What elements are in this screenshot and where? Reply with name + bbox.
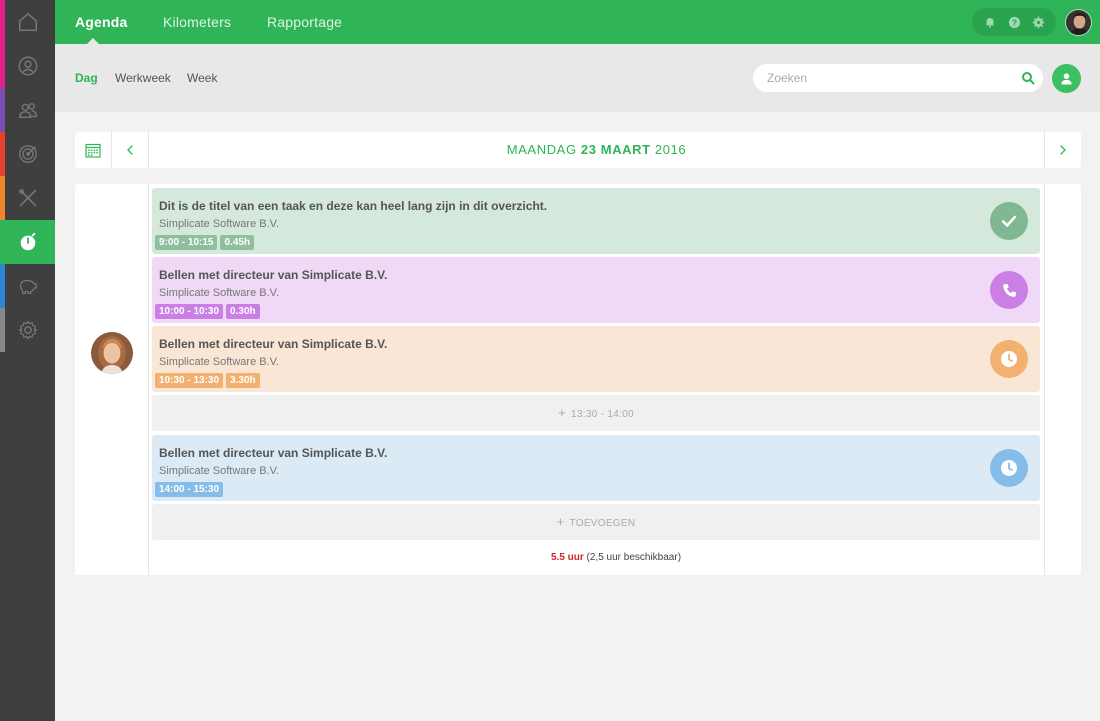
stopwatch-icon bbox=[20, 232, 35, 251]
top-tools-group: ? bbox=[972, 8, 1056, 36]
task-time-badge: 10:00 - 10:30 bbox=[155, 304, 224, 319]
user-avatar[interactable] bbox=[1065, 9, 1092, 36]
search-box bbox=[753, 64, 1043, 92]
add-person-button[interactable] bbox=[1052, 64, 1081, 93]
view-week[interactable]: Week bbox=[187, 71, 217, 85]
right-gutter bbox=[1044, 184, 1081, 575]
total-hours: 5.5 uur bbox=[550, 552, 584, 563]
task-duration-badge: 3.30h bbox=[226, 373, 260, 388]
agenda-task[interactable]: Dit is de titel van een taak en deze kan… bbox=[152, 188, 1040, 254]
current-date-title: MAANDAG 23 MAART 2016 bbox=[149, 132, 1044, 168]
task-status-button[interactable] bbox=[990, 202, 1028, 240]
task-title: Bellen met directeur van Simplicate B.V. bbox=[159, 268, 388, 282]
tools-icon bbox=[18, 189, 36, 207]
add-task-button[interactable]: + TOEVOEGEN bbox=[152, 504, 1040, 540]
piggy-bank-icon bbox=[19, 279, 37, 294]
tab-kilometers[interactable]: Kilometers bbox=[163, 0, 231, 44]
plus-icon: + bbox=[558, 405, 567, 420]
sidebar-stripe bbox=[0, 88, 5, 132]
plus-icon: + bbox=[556, 514, 565, 529]
sidebar bbox=[0, 0, 55, 721]
sidebar-item-home[interactable] bbox=[0, 0, 55, 44]
sidebar-stripe bbox=[0, 176, 5, 220]
calendar-button[interactable] bbox=[75, 132, 112, 168]
sidebar-item-contacts[interactable] bbox=[0, 44, 55, 88]
free-time-slot[interactable]: +13:30 - 14:00 bbox=[152, 395, 1040, 431]
clock-icon bbox=[1001, 460, 1017, 476]
view-toolbar: Dag Werkweek Week bbox=[55, 44, 1100, 112]
sidebar-item-finance[interactable] bbox=[0, 264, 55, 308]
svg-text:?: ? bbox=[1011, 17, 1016, 27]
sidebar-item-tools[interactable] bbox=[0, 176, 55, 220]
task-time-badge: 10:30 - 13:30 bbox=[155, 373, 224, 388]
task-company: Simplicate Software B.V. bbox=[159, 465, 280, 477]
previous-day-button[interactable] bbox=[112, 132, 149, 168]
agenda-panel: Dit is de titel van een taak en deze kan… bbox=[75, 184, 1081, 575]
agenda-task[interactable]: Bellen met directeur van Simplicate B.V.… bbox=[152, 435, 1040, 501]
phone-icon bbox=[1002, 283, 1016, 297]
settings-icon[interactable] bbox=[1031, 15, 1045, 29]
hours-summary: 5.5 uur (2,5 uur beschikbaar) bbox=[150, 552, 1082, 563]
clock-icon bbox=[1001, 351, 1017, 367]
tab-agenda[interactable]: Agenda bbox=[75, 0, 128, 44]
agenda-task[interactable]: Bellen met directeur van Simplicate B.V.… bbox=[152, 326, 1040, 392]
top-navigation-bar: Agenda Kilometers Rapportage ? bbox=[55, 0, 1100, 44]
date-day-month: 23 MAART bbox=[580, 142, 651, 157]
sidebar-stripe bbox=[0, 44, 5, 88]
employee-avatar[interactable] bbox=[91, 332, 133, 374]
task-duration-badge: 0.45h bbox=[220, 235, 255, 250]
search-icon[interactable] bbox=[1021, 71, 1035, 85]
view-day[interactable]: Dag bbox=[75, 71, 98, 85]
available-hours: (2,5 uur beschikbaar) bbox=[586, 552, 682, 563]
sidebar-stripe bbox=[0, 132, 5, 176]
task-company: Simplicate Software B.V. bbox=[159, 218, 280, 230]
chevron-right-icon bbox=[1060, 145, 1066, 155]
date-day: MAANDAG bbox=[506, 142, 577, 157]
task-duration-badge: 0.30h bbox=[226, 304, 260, 319]
person-icon bbox=[1061, 73, 1072, 85]
calendar-icon bbox=[85, 143, 101, 158]
add-label: TOEVOEGEN bbox=[569, 518, 636, 529]
task-time-badge: 9:00 - 10:15 bbox=[155, 235, 218, 250]
tab-rapportage[interactable]: Rapportage bbox=[267, 0, 342, 44]
home-icon bbox=[18, 13, 37, 31]
sidebar-stripe bbox=[0, 264, 5, 308]
task-time-badge: 14:00 - 15:30 bbox=[155, 482, 224, 497]
sidebar-item-goals[interactable] bbox=[0, 132, 55, 176]
task-company: Simplicate Software B.V. bbox=[159, 356, 280, 368]
next-day-button[interactable] bbox=[1044, 132, 1081, 168]
date-navigation: MAANDAG 23 MAART 2016 bbox=[75, 132, 1081, 168]
task-company: Simplicate Software B.V. bbox=[159, 287, 280, 299]
bell-icon[interactable] bbox=[983, 15, 997, 29]
sidebar-item-timer[interactable] bbox=[0, 220, 55, 264]
check-icon bbox=[1001, 215, 1017, 227]
task-title: Dit is de titel van een taak en deze kan… bbox=[159, 199, 548, 213]
view-workweek[interactable]: Werkweek bbox=[115, 71, 171, 85]
sidebar-item-settings[interactable] bbox=[0, 308, 55, 352]
free-slot-label: 13:30 - 14:00 bbox=[571, 409, 634, 420]
user-circle-icon bbox=[18, 56, 37, 76]
person-column bbox=[75, 184, 149, 575]
target-icon bbox=[18, 145, 37, 163]
sidebar-item-relations[interactable] bbox=[0, 88, 55, 132]
sidebar-stripe bbox=[0, 308, 5, 352]
search-input[interactable] bbox=[767, 64, 1007, 92]
sidebar-stripe bbox=[0, 0, 5, 44]
task-status-button[interactable] bbox=[990, 449, 1028, 487]
chevron-left-icon bbox=[127, 145, 133, 155]
gear-icon bbox=[18, 320, 37, 340]
agenda-task[interactable]: Bellen met directeur van Simplicate B.V.… bbox=[152, 257, 1040, 323]
date-year: 2016 bbox=[654, 142, 687, 157]
task-status-button[interactable] bbox=[990, 340, 1028, 378]
help-icon[interactable]: ? bbox=[1007, 15, 1021, 29]
task-title: Bellen met directeur van Simplicate B.V. bbox=[159, 446, 388, 460]
users-icon bbox=[18, 103, 37, 119]
task-status-button[interactable] bbox=[990, 271, 1028, 309]
task-title: Bellen met directeur van Simplicate B.V. bbox=[159, 337, 388, 351]
